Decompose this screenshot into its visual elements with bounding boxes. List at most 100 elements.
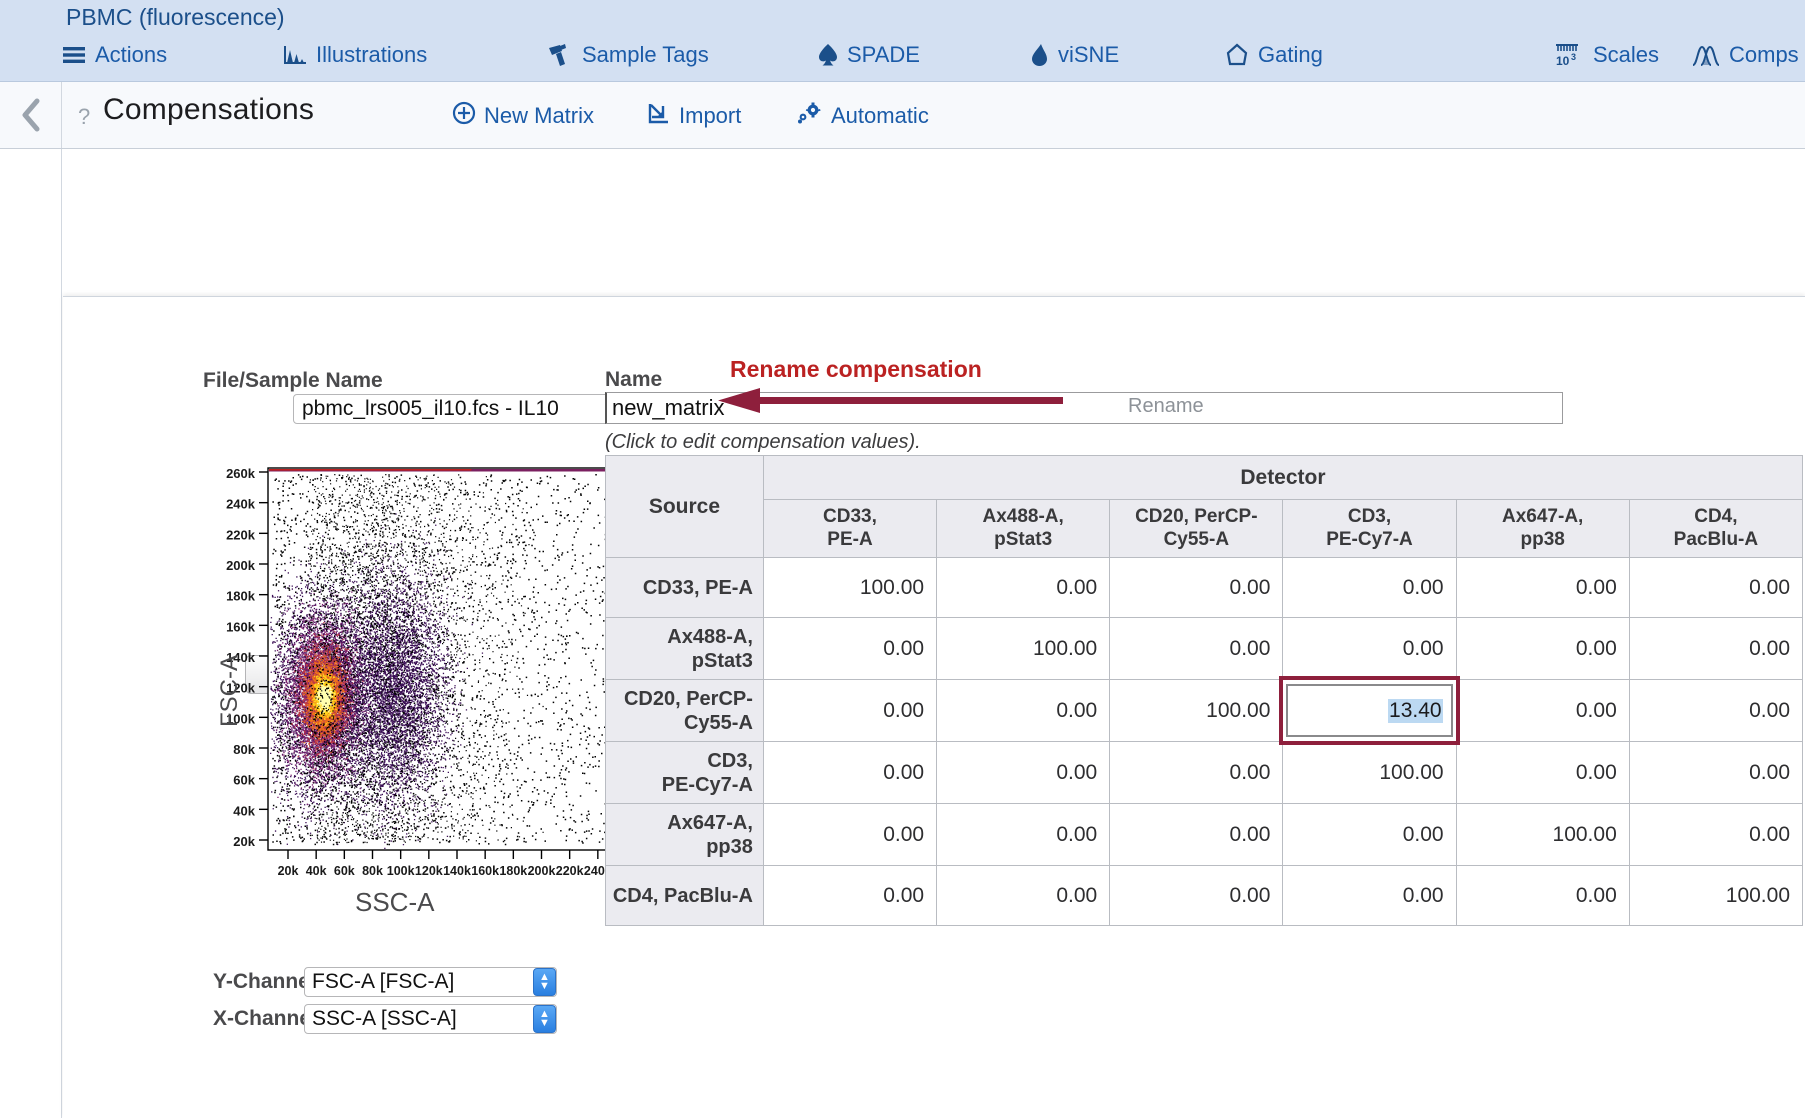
matrix-cell-5-4[interactable]: 0.00 [1455, 865, 1630, 926]
matrix-source-label-0: CD33, PE-A [605, 557, 764, 618]
x-channel-select[interactable] [304, 1004, 557, 1034]
menu-item-label: Illustrations [316, 42, 428, 67]
matrix-cell-4-2[interactable]: 0.00 [1109, 803, 1284, 866]
matrix-cell-2-5[interactable]: 0.00 [1628, 679, 1804, 742]
scatter-plot[interactable]: FSC-A SSC-A 260k 240k 220k 200k 180k 160k 140k… [200, 462, 660, 962]
automatic-button[interactable]: Automatic [797, 98, 929, 134]
matrix-cell-4-4[interactable]: 100.00 [1455, 803, 1630, 866]
matrix-cell-1-2[interactable]: 0.00 [1109, 617, 1284, 680]
matrix-cell-3-2[interactable]: 0.00 [1109, 741, 1284, 804]
matrix-detector-column-5: CD4, PacBlu-A [1628, 499, 1804, 558]
svg-text:200k: 200k [226, 558, 256, 573]
matrix-source-label-5: CD4, PacBlu-A [605, 865, 764, 926]
matrix-cell-0-0[interactable]: 100.00 [762, 557, 938, 618]
matrix-row: CD33, PE-A 100.00 0.00 0.00 0.00 0.00 0.00 [605, 557, 1804, 618]
matrix-detector-column-1: Ax488-A, pStat3 [936, 499, 1111, 558]
menu-item-comps[interactable]: Comps [1692, 35, 1799, 75]
matrix-cell-1-4[interactable]: 0.00 [1455, 617, 1630, 680]
x-axis-label: SSC-A [355, 887, 435, 917]
svg-text:160k: 160k [471, 864, 499, 878]
matrix-cell-0-2[interactable]: 0.00 [1109, 557, 1284, 618]
svg-text:20k: 20k [278, 864, 299, 878]
new-matrix-label: New Matrix [484, 103, 595, 128]
matrix-detector-column-0: CD33, PE-A [762, 499, 938, 558]
new-matrix-button[interactable]: New Matrix [452, 98, 594, 134]
x-channel-select-stepper[interactable]: ▲ ▼ [533, 1005, 556, 1033]
svg-text:10: 10 [1556, 54, 1570, 68]
gate-icon [1225, 43, 1249, 67]
matrix-source-label-1: Ax488-A, pStat3 [605, 617, 764, 680]
svg-text:60k: 60k [233, 773, 255, 788]
matrix-cell-5-1[interactable]: 0.00 [936, 865, 1111, 926]
menu-item-label: Gating [1258, 42, 1323, 67]
menu-item-label: viSNE [1058, 42, 1120, 67]
matrix-detector-column-2: CD20, PerCP- Cy55-A [1109, 499, 1284, 558]
matrix-cell-3-1[interactable]: 0.00 [936, 741, 1111, 804]
rename-annotation-text: Rename compensation [730, 356, 982, 382]
rename-annotation-arrow [718, 387, 1063, 420]
svg-text:200k: 200k [528, 864, 556, 878]
matrix-cell-4-5[interactable]: 0.00 [1628, 803, 1804, 866]
menu-item-scales[interactable]: 10 3 Scales [1554, 35, 1659, 75]
x-channel-label: X-Channel [213, 1007, 317, 1030]
matrix-detector-columns-row: CD33, PE-A Ax488-A, pStat3 CD20, PerCP- Cy55-… [606, 499, 1804, 558]
y-channel-select-stepper[interactable]: ▲ ▼ [533, 968, 556, 996]
y-channel-select[interactable] [304, 967, 557, 997]
matrix-cell-2-2[interactable]: 100.00 [1109, 679, 1284, 742]
hamburger-icon [62, 45, 86, 65]
compensation-list-region: Compensation Name Duplicate Delete comp-… [0, 149, 1805, 296]
matrix-cell-1-5[interactable]: 0.00 [1628, 617, 1804, 680]
matrix-cell-4-0[interactable]: 0.00 [762, 803, 938, 866]
matrix-detector-header: Detector [762, 455, 1804, 500]
svg-text:80k: 80k [233, 742, 255, 757]
menu-item-label: Actions [95, 42, 168, 67]
matrix-cell-1-3[interactable]: 0.00 [1282, 617, 1457, 680]
matrix-cell-editor[interactable]: 13.40 [1286, 684, 1453, 737]
menu-item-sample-tags[interactable]: Sample Tags [547, 35, 709, 75]
edit-hint-text: (Click to edit compensation values). [605, 431, 921, 453]
matrix-cell-4-1[interactable]: 0.00 [936, 803, 1111, 866]
matrix-cell-0-3[interactable]: 0.00 [1282, 557, 1457, 618]
matrix-cell-2-1[interactable]: 0.00 [936, 679, 1111, 742]
menu-item-visne[interactable]: viSNE [1029, 35, 1119, 75]
matrix-cell-1-0[interactable]: 0.00 [762, 617, 938, 680]
matrix-cell-3-0[interactable]: 0.00 [762, 741, 938, 804]
rename-button[interactable]: Rename [1128, 395, 1204, 418]
matrix-cell-1-1[interactable]: 100.00 [936, 617, 1111, 680]
menu-item-illustrations[interactable]: Illustrations [283, 35, 427, 75]
matrix-cell-5-0[interactable]: 0.00 [762, 865, 938, 926]
matrix-cell-0-5[interactable]: 0.00 [1628, 557, 1804, 618]
matrix-cell-3-5[interactable]: 0.00 [1628, 741, 1804, 804]
help-icon[interactable]: ? [78, 104, 90, 130]
matrix-detector-column-4: Ax647-A, pp38 [1455, 499, 1630, 558]
back-button[interactable] [0, 82, 62, 148]
import-label: Import [679, 103, 742, 128]
svg-text:20k: 20k [233, 834, 255, 849]
matrix-cell-0-4[interactable]: 0.00 [1455, 557, 1630, 618]
svg-text:160k: 160k [226, 619, 256, 634]
matrix-cell-4-3[interactable]: 0.00 [1282, 803, 1457, 866]
svg-text:60k: 60k [334, 864, 355, 878]
compensation-detail-panel: File/Sample Name ▲ ▼ [63, 296, 1805, 1118]
matrix-cell-2-3[interactable]: 13.40 [1279, 676, 1460, 745]
matrix-row: Ax488-A, pStat3 0.00 100.00 0.00 0.00 0.00 0.00 [605, 617, 1804, 680]
ruler-log-icon: 10 3 [1554, 42, 1584, 68]
matrix-row: Ax647-A, pp38 0.00 0.00 0.00 0.00 100.00 0.00 [605, 803, 1804, 866]
matrix-cell-5-5[interactable]: 100.00 [1628, 865, 1804, 926]
matrix-cell-5-2[interactable]: 0.00 [1109, 865, 1284, 926]
matrix-cell-2-0[interactable]: 0.00 [762, 679, 938, 742]
menu-item-gating[interactable]: Gating [1225, 35, 1323, 75]
matrix-cell-3-3[interactable]: 100.00 [1282, 741, 1457, 804]
menu-item-label: Scales [1593, 42, 1660, 67]
import-button[interactable]: Import [647, 98, 741, 134]
matrix-source-header: Source [605, 455, 764, 558]
matrix-detector-header-row: Source Detector [605, 455, 1804, 558]
menu-item-actions[interactable]: Actions [62, 35, 167, 75]
matrix-cell-0-1[interactable]: 0.00 [936, 557, 1111, 618]
matrix-cell-5-3[interactable]: 0.00 [1282, 865, 1457, 926]
menu-item-spade[interactable]: SPADE [818, 35, 920, 75]
matrix-cell-editor-value: 13.40 [1388, 698, 1443, 723]
matrix-cell-2-4[interactable]: 0.00 [1455, 679, 1630, 742]
histogram-icon [283, 44, 307, 66]
matrix-cell-3-4[interactable]: 0.00 [1455, 741, 1630, 804]
